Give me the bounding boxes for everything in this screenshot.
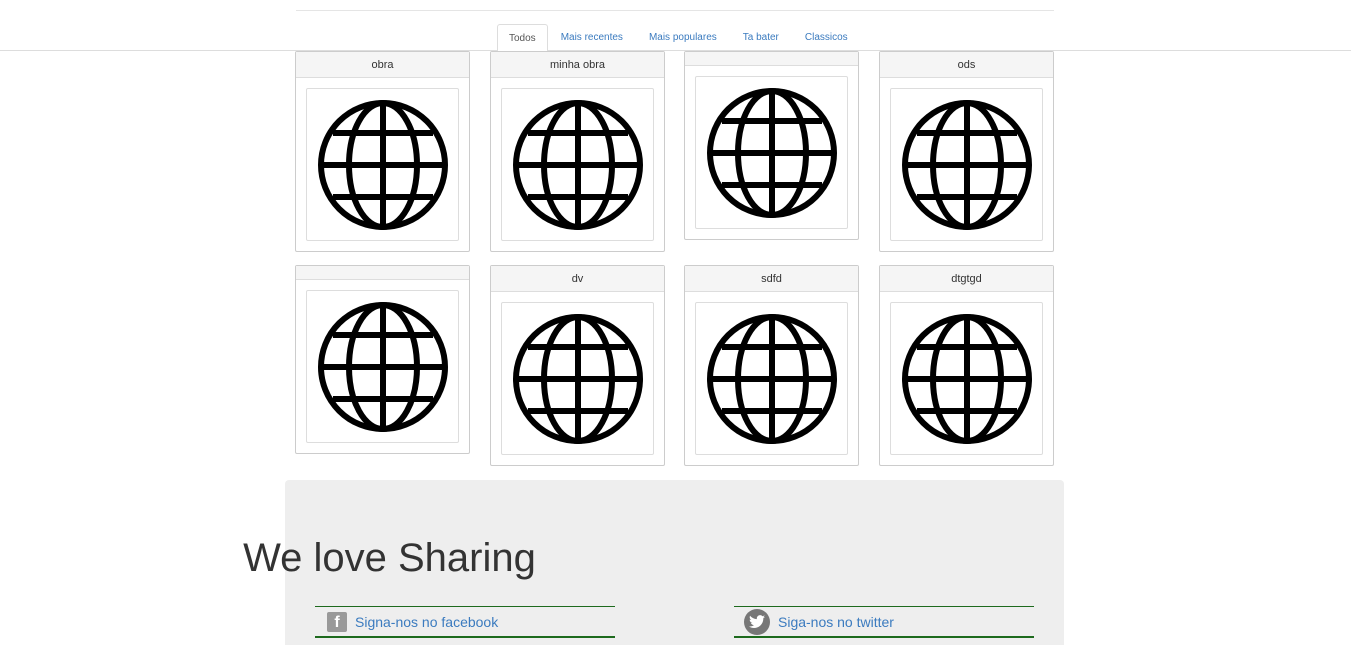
work-card[interactable]: obra [295, 51, 470, 252]
tab-mais-recentes[interactable]: Mais recentes [548, 24, 636, 51]
card-thumbnail[interactable] [501, 88, 654, 241]
facebook-icon: f [327, 611, 347, 632]
card-thumbnail[interactable] [890, 88, 1043, 241]
tab-classicos[interactable]: Classicos [792, 24, 861, 51]
twitter-label[interactable]: Siga-nos no twitter [778, 614, 894, 630]
work-card[interactable]: minha obra [490, 51, 665, 252]
twitter-icon [744, 608, 770, 635]
card-title: obra [296, 52, 469, 78]
globe-icon [317, 99, 449, 231]
globe-icon [901, 313, 1033, 445]
card-title: dv [491, 266, 664, 292]
top-divider [296, 10, 1054, 11]
card-thumbnail[interactable] [306, 290, 459, 443]
card-thumbnail[interactable] [695, 302, 848, 455]
globe-icon [706, 87, 838, 219]
work-card[interactable] [684, 51, 859, 240]
card-title [685, 52, 858, 66]
globe-icon [706, 313, 838, 445]
tab-todos[interactable]: Todos [497, 24, 548, 52]
card-thumbnail[interactable] [695, 76, 848, 229]
card-title: dtgtgd [880, 266, 1053, 292]
globe-icon [901, 99, 1033, 231]
card-thumbnail[interactable] [890, 302, 1043, 455]
facebook-label[interactable]: Signa-nos no facebook [355, 614, 498, 630]
work-card[interactable]: dv [490, 265, 665, 466]
card-title: minha obra [491, 52, 664, 78]
filter-tabs: Todos Mais recentes Mais populares Ta ba… [497, 24, 861, 52]
card-title: ods [880, 52, 1053, 78]
work-card[interactable]: sdfd [684, 265, 859, 466]
work-card[interactable] [295, 265, 470, 454]
card-title [296, 266, 469, 280]
card-thumbnail[interactable] [306, 88, 459, 241]
card-title: sdfd [685, 266, 858, 292]
work-card[interactable]: dtgtgd [879, 265, 1054, 466]
tab-mais-populares[interactable]: Mais populares [636, 24, 730, 51]
tab-ta-bater[interactable]: Ta bater [730, 24, 792, 51]
globe-icon [317, 301, 449, 433]
globe-icon [512, 99, 644, 231]
share-heading: We love Sharing [243, 536, 536, 580]
globe-icon [512, 313, 644, 445]
work-card[interactable]: ods [879, 51, 1054, 252]
facebook-link[interactable]: f Signa-nos no facebook [315, 606, 615, 638]
card-thumbnail[interactable] [501, 302, 654, 455]
twitter-link[interactable]: Siga-nos no twitter [734, 606, 1034, 638]
